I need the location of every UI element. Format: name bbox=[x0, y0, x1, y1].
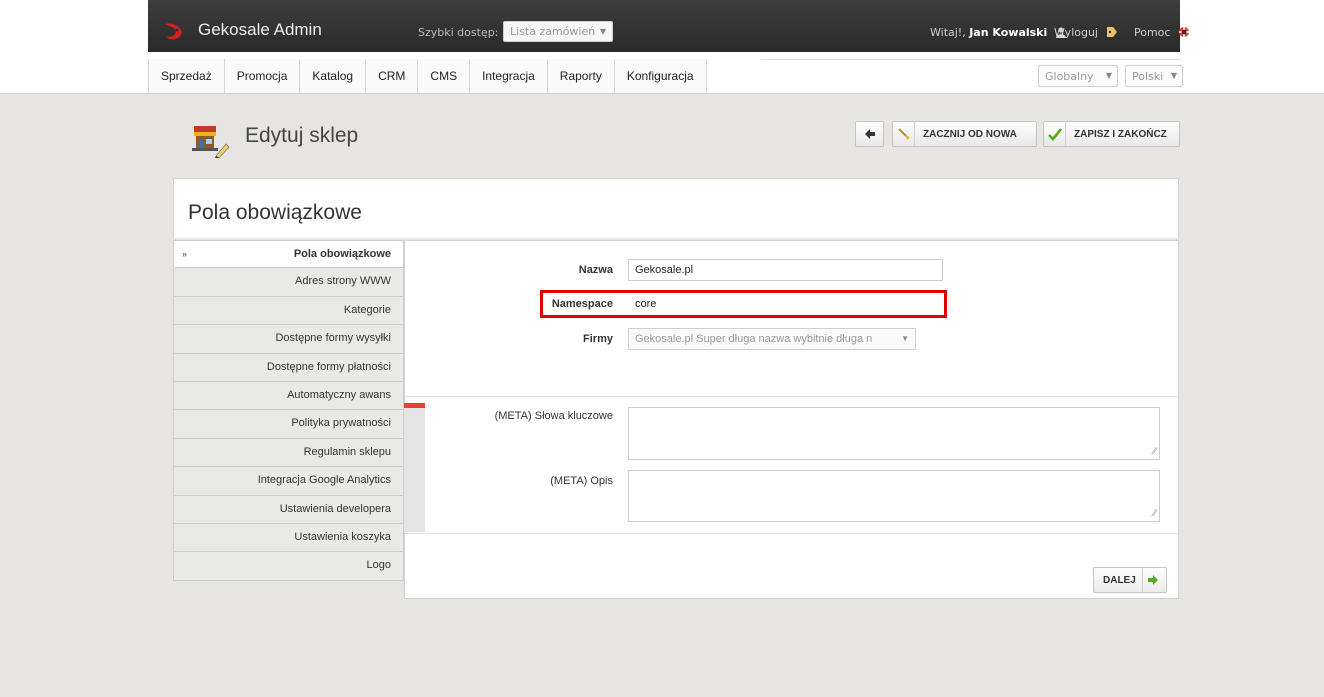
logout-label: Wyloguj bbox=[1054, 26, 1098, 39]
meta-keywords-label: (META) Słowa kluczowe bbox=[494, 410, 613, 422]
sidebar-item-label: Regulamin sklepu bbox=[303, 445, 391, 458]
company-value: Gekosale.pl Super długa nazwa wybitnie d… bbox=[635, 333, 873, 345]
chevron-down-icon: ▼ bbox=[599, 27, 606, 36]
sidebar-item-google-analytics[interactable]: Integracja Google Analytics bbox=[173, 467, 404, 496]
menu-item-cms[interactable]: CMS bbox=[418, 59, 471, 93]
meta-section-marker bbox=[404, 403, 425, 408]
namespace-input[interactable]: core bbox=[628, 293, 943, 315]
help-label: Pomoc bbox=[1134, 26, 1171, 39]
sidebar-item-label: Dostępne formy płatności bbox=[266, 360, 391, 373]
company-select[interactable]: Gekosale.pl Super długa nazwa wybitnie d… bbox=[628, 328, 916, 350]
app-title[interactable]: Gekosale Admin bbox=[198, 20, 322, 40]
shop-edit-icon bbox=[192, 126, 230, 158]
sidebar-item-developer-settings[interactable]: Ustawienia developera bbox=[173, 495, 404, 524]
name-input[interactable]: Gekosale.pl bbox=[628, 259, 943, 281]
sidebar-item-label: Ustawienia developera bbox=[279, 502, 391, 515]
main-menu-bar: Sprzedaż Promocja Katalog CRM CMS Integr… bbox=[0, 52, 1324, 94]
sidebar-item-required-fields[interactable]: » Pola obowiązkowe bbox=[173, 240, 404, 269]
next-button[interactable]: DALEJ bbox=[1093, 567, 1167, 593]
meta-section-strip bbox=[404, 404, 425, 532]
menu-item-promotion[interactable]: Promocja bbox=[224, 59, 301, 93]
divider bbox=[405, 396, 1178, 397]
greeting: Witaj!, Jan Kowalski bbox=[930, 26, 1071, 39]
arrow-left-icon bbox=[864, 129, 875, 139]
name-label: Nazwa bbox=[578, 264, 613, 276]
broom-icon bbox=[893, 122, 915, 146]
scope-select[interactable]: Globalny ▼ bbox=[1038, 65, 1118, 87]
chevron-down-icon: ▼ bbox=[897, 334, 909, 343]
chevron-down-icon: ▼ bbox=[1105, 71, 1112, 80]
gekosale-logo-icon[interactable] bbox=[162, 20, 186, 44]
sidebar-item-label: Pola obowiązkowe bbox=[293, 248, 391, 260]
language-select[interactable]: Polski ▼ bbox=[1125, 65, 1183, 87]
sidebar-item-label: Automatyczny awans bbox=[287, 388, 391, 401]
user-name[interactable]: Jan Kowalski bbox=[969, 26, 1047, 39]
language-value: Polski bbox=[1132, 70, 1164, 83]
start-over-button[interactable]: ZACZNIJ OD NOWA bbox=[892, 121, 1037, 147]
chevron-down-icon: ▼ bbox=[1170, 71, 1177, 80]
top-bar: Gekosale Admin Szybki dostęp: Lista zamó… bbox=[0, 0, 1324, 52]
meta-description-textarea[interactable]: ⁄⁄ bbox=[628, 470, 1160, 522]
menu-item-crm[interactable]: CRM bbox=[366, 59, 419, 93]
sidebar-item-shipping-methods[interactable]: Dostępne formy wysyłki bbox=[173, 325, 404, 354]
resize-grip-icon[interactable]: ⁄⁄ bbox=[1153, 447, 1156, 457]
sidebar-item-label: Adres strony WWW bbox=[295, 275, 391, 288]
sidebar-item-privacy-policy[interactable]: Polityka prywatności bbox=[173, 410, 404, 439]
next-label: DALEJ bbox=[1103, 574, 1136, 586]
greeting-prefix: Witaj!, bbox=[930, 26, 966, 39]
page-title: Edytuj sklep bbox=[245, 124, 359, 147]
sidebar-item-logo[interactable]: Logo bbox=[173, 552, 404, 581]
scope-value: Globalny bbox=[1045, 70, 1094, 83]
sidebar-item-auto-promotion[interactable]: Automatyczny awans bbox=[173, 381, 404, 411]
help-link[interactable]: Pomoc bbox=[1134, 26, 1194, 39]
menu-item-catalog[interactable]: Katalog bbox=[300, 59, 367, 93]
quick-access-select[interactable]: Lista zamówień ▼ bbox=[503, 21, 613, 42]
meta-description-label: (META) Opis bbox=[550, 475, 613, 487]
menu-item-configuration[interactable]: Konfiguracja bbox=[614, 59, 707, 93]
menu-item-sales[interactable]: Sprzedaż bbox=[149, 59, 225, 93]
sidebar-item-payment-methods[interactable]: Dostępne formy płatności bbox=[173, 353, 404, 382]
save-and-finish-label: ZAPISZ I ZAKOŃCZ bbox=[1074, 128, 1167, 140]
check-icon bbox=[1044, 122, 1066, 146]
start-over-label: ZACZNIJ OD NOWA bbox=[923, 128, 1017, 140]
back-button[interactable] bbox=[855, 121, 884, 147]
sidebar-item-cart-settings[interactable]: Ustawienia koszyka bbox=[173, 523, 404, 553]
save-and-finish-button[interactable]: ZAPISZ I ZAKOŃCZ bbox=[1043, 121, 1180, 147]
sidebar-item-label: Logo bbox=[366, 559, 391, 572]
chevron-right-icon: » bbox=[182, 249, 188, 259]
menu-item-reports[interactable]: Raporty bbox=[547, 59, 615, 93]
sidebar-item-label: Integracja Google Analytics bbox=[257, 474, 391, 487]
arrow-right-icon bbox=[1141, 568, 1164, 592]
sidebar-item-label: Dostępne formy wysyłki bbox=[275, 332, 391, 345]
quick-access-label: Szybki dostęp: bbox=[418, 26, 499, 39]
panel-title: Pola obowiązkowe bbox=[188, 201, 362, 224]
resize-grip-icon[interactable]: ⁄⁄ bbox=[1153, 509, 1156, 519]
tag-icon bbox=[1106, 27, 1117, 37]
divider bbox=[405, 533, 1178, 534]
menu-item-integration[interactable]: Integracja bbox=[470, 59, 548, 93]
sidebar-item-label: Polityka prywatności bbox=[291, 417, 391, 430]
main-menu: Sprzedaż Promocja Katalog CRM CMS Integr… bbox=[148, 59, 707, 93]
sidebar-item-label: Kategorie bbox=[343, 303, 391, 316]
sidebar-item-categories[interactable]: Kategorie bbox=[173, 296, 404, 326]
company-label: Firmy bbox=[583, 333, 613, 345]
sidebar-item-label: Ustawienia koszyka bbox=[294, 530, 391, 543]
form-panel-header: Pola obowiązkowe bbox=[173, 178, 1179, 238]
lifebuoy-icon bbox=[1178, 27, 1189, 37]
namespace-label: Namespace bbox=[551, 298, 613, 310]
quick-access-value: Lista zamówień bbox=[510, 25, 596, 38]
section-sidebar: » Pola obowiązkowe Adres strony WWW Kate… bbox=[173, 240, 404, 581]
sidebar-item-website-address[interactable]: Adres strony WWW bbox=[173, 268, 404, 297]
sidebar-item-shop-terms[interactable]: Regulamin sklepu bbox=[173, 438, 404, 468]
logout-link[interactable]: Wyloguj bbox=[1054, 26, 1122, 39]
meta-keywords-textarea[interactable]: ⁄⁄ bbox=[628, 407, 1160, 460]
